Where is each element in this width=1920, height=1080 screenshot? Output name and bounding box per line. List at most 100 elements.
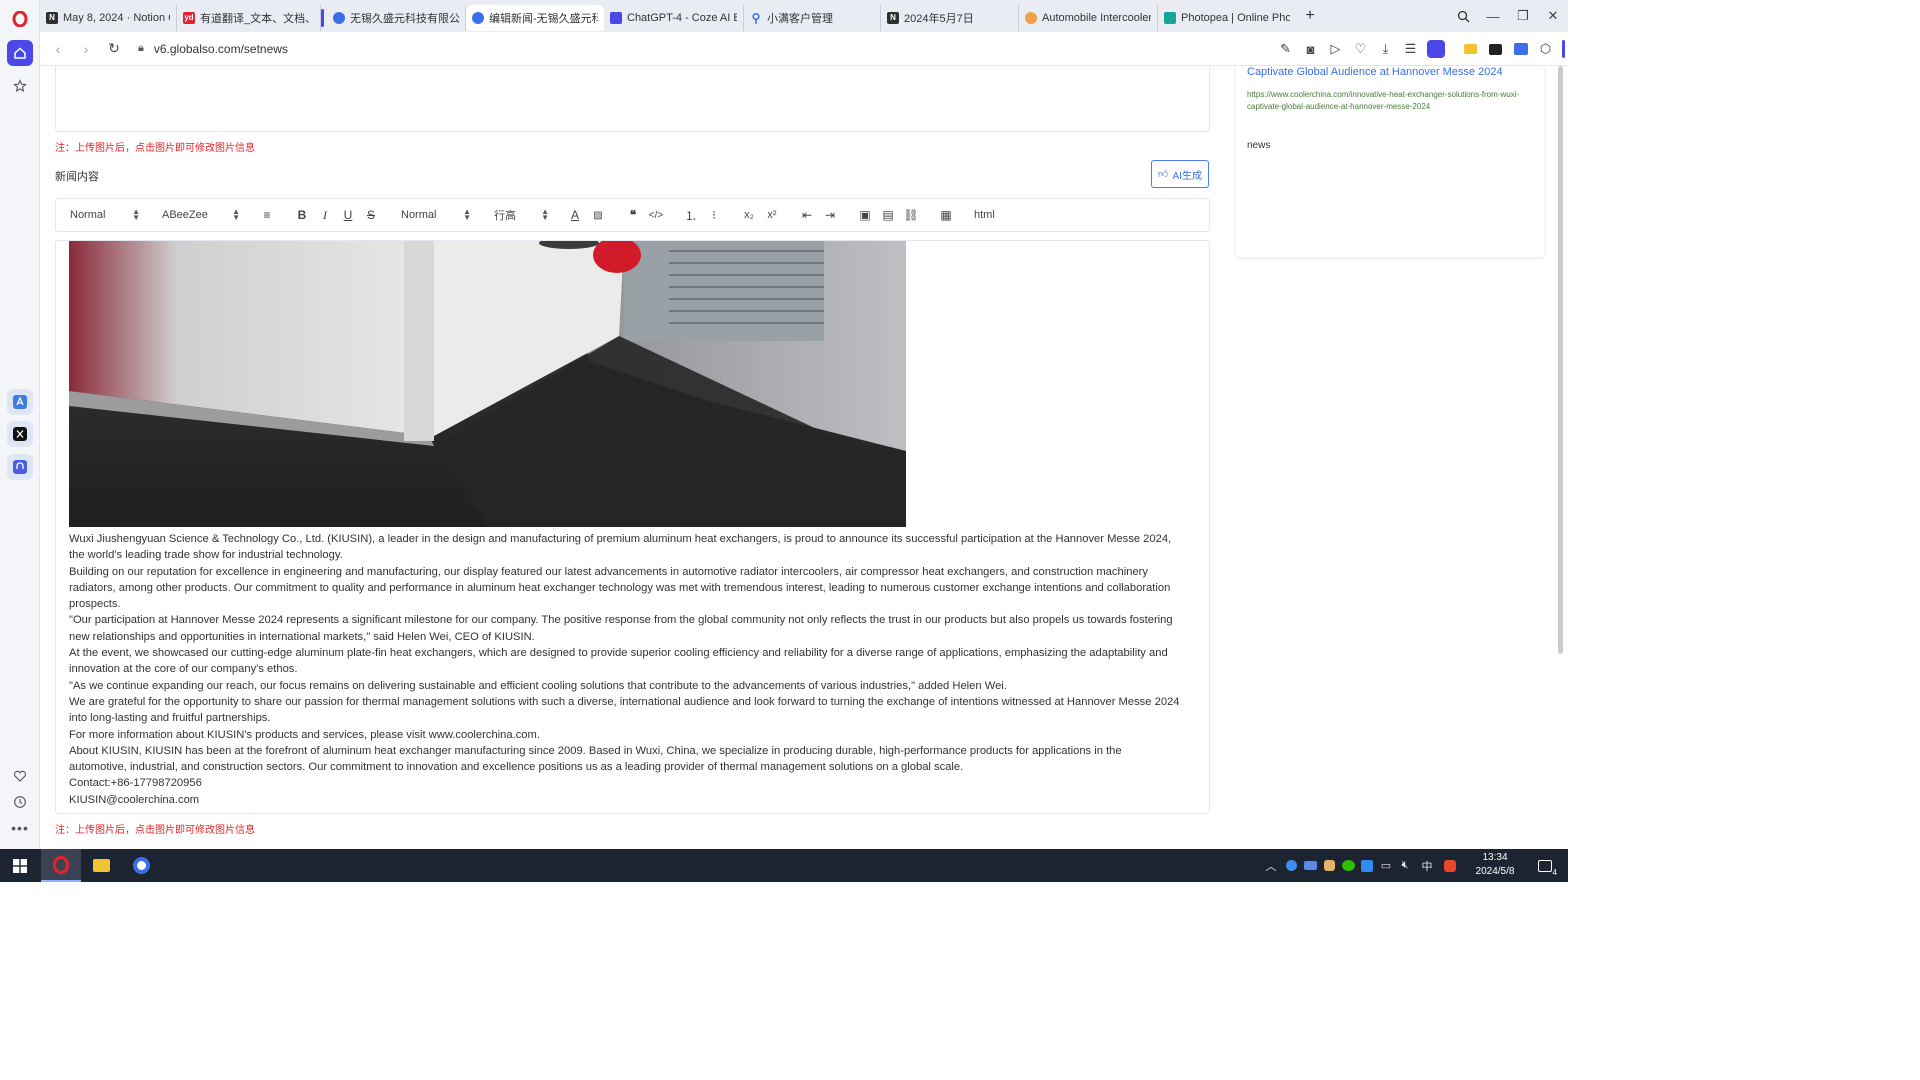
exhibition-booth-photo[interactable] — [69, 241, 906, 527]
app-store-icon[interactable] — [7, 389, 33, 415]
tab-photopea[interactable]: Photopea | Online Photo — [1158, 5, 1296, 31]
profile-icon[interactable] — [1423, 37, 1448, 62]
wechat-icon[interactable] — [1340, 849, 1356, 882]
tray-blue-app-icon[interactable] — [1359, 849, 1375, 882]
image-upload-panel[interactable] — [55, 66, 1210, 132]
table-icon[interactable]: ▦ — [937, 199, 955, 231]
font-select[interactable]: ABeeZee ▲ ▼ — [162, 199, 240, 231]
blockquote-icon[interactable]: ❝ — [624, 199, 642, 231]
new-tab-icon[interactable]: + — [1300, 6, 1320, 26]
size-select[interactable]: Normal ▲ ▼ — [401, 199, 471, 231]
strike-icon[interactable]: S — [362, 199, 380, 231]
reload-icon[interactable]: ↻ — [100, 35, 128, 63]
more-icon[interactable]: ••• — [7, 815, 33, 841]
ai-generate-label: AI生成 — [1172, 170, 1202, 182]
underline-icon[interactable]: U — [339, 199, 357, 231]
superscript-icon[interactable]: x² — [763, 199, 781, 231]
tray-cat-icon[interactable] — [1321, 849, 1337, 882]
easy-setup-icon[interactable]: ☰ — [1398, 37, 1423, 62]
lock-icon: 🔒︎ — [138, 42, 144, 54]
italic-icon[interactable]: I — [316, 199, 334, 231]
tab-automobile-intercooler[interactable]: Automobile Intercooler, — [1019, 4, 1158, 31]
windows-taskbar: ︿ ▭ 🔇︎ 中 13:34 2024/5/8 4 — [0, 849, 1568, 882]
tab-notion-may8[interactable]: N May 8, 2024 · Notion Ca — [40, 4, 177, 31]
tray-keyboard-icon[interactable] — [1302, 849, 1318, 882]
video-icon[interactable]: ▤ — [879, 199, 897, 231]
tray-chevron-icon[interactable]: ︿ — [1263, 849, 1279, 882]
tab-label: ChatGPT-4 - Coze AI Bo — [627, 11, 737, 24]
url-text: v6.globalso.com/setnews — [153, 41, 288, 56]
news-content-label: 新闻内容 — [55, 171, 99, 183]
code-block-icon[interactable]: </> — [647, 199, 665, 231]
ordered-list-icon[interactable]: ⒈ — [682, 199, 700, 231]
opera-logo-icon[interactable] — [7, 6, 33, 32]
tab-label: 小满客户管理 — [767, 12, 833, 25]
notification-center-icon[interactable]: 4 — [1530, 849, 1560, 882]
opera-taskbar-icon[interactable] — [41, 849, 81, 882]
back-icon[interactable]: ‹ — [44, 35, 72, 63]
outdent-icon[interactable]: ⇤ — [798, 199, 816, 231]
image-icon[interactable]: ▣ — [856, 199, 874, 231]
history-icon[interactable] — [7, 789, 33, 815]
bullet-list-icon[interactable]: ⁝ — [705, 199, 723, 231]
globe-icon — [333, 11, 345, 24]
edit-icon[interactable]: ✎ — [1273, 37, 1298, 62]
site-icon — [1025, 11, 1037, 24]
ime-indicator[interactable]: 中 — [1418, 849, 1436, 882]
volume-muted-icon[interactable]: 🔇︎ — [1397, 849, 1413, 882]
line-height-select-value: 行高 — [494, 210, 516, 222]
article-body[interactable]: Wuxi Jiushengyuan Science & Technology C… — [69, 531, 1181, 808]
minimize-icon[interactable]: — — [1478, 0, 1508, 32]
network-icon[interactable]: ▭ — [1378, 849, 1394, 882]
translate-icon[interactable] — [1508, 37, 1533, 62]
url-field[interactable]: 🔒︎ v6.globalso.com/setnews — [138, 42, 288, 56]
article-paragraph: Building on our reputation for excellenc… — [69, 565, 1171, 611]
align-icon[interactable]: ≡ — [258, 199, 276, 231]
indent-icon[interactable]: ⇥ — [821, 199, 839, 231]
tab-notion-may7[interactable]: N 2024年5月7日 — [881, 4, 1019, 31]
line-height-select[interactable]: 行高 ▲ ▼ — [494, 199, 549, 231]
windows-start-icon[interactable] — [0, 849, 40, 882]
extension-badge-icon[interactable] — [1483, 37, 1508, 62]
browser-tools: ✎ ◙ ▷ ♡ ⤓ ☰ ⬡ — [1273, 32, 1568, 66]
page-scrollbar[interactable] — [1558, 66, 1563, 654]
article-paragraph: For more information about KIUSIN's prod… — [69, 728, 540, 741]
sogou-ime-icon[interactable] — [1441, 849, 1459, 882]
html-toggle-button[interactable]: html — [974, 199, 995, 231]
tab-coze[interactable]: ChatGPT-4 - Coze AI Bo — [604, 4, 744, 31]
preview-title[interactable]: Captivate Global Audience at Hannover Me… — [1247, 66, 1503, 78]
star-icon[interactable] — [7, 73, 33, 99]
image-upload-note: 注：上传图片后，点击图片即可修改图片信息 — [55, 143, 255, 154]
tab-youdao[interactable]: yd 有道翻译_文本、文档、网 — [177, 4, 321, 31]
close-icon[interactable]: ✕ — [1538, 0, 1568, 32]
thumbs-up-icon: 👍︎ — [1158, 169, 1169, 180]
heart-icon[interactable] — [7, 763, 33, 789]
news-content-editor[interactable]: Wuxi Jiushengyuan Science & Technology C… — [55, 240, 1210, 814]
tab-search-icon[interactable] — [1448, 0, 1478, 32]
home-icon[interactable] — [7, 40, 33, 66]
taskbar-clock[interactable]: 13:34 2024/5/8 — [1465, 851, 1525, 879]
music-player-icon[interactable] — [7, 454, 33, 480]
background-color-icon[interactable]: ▨ — [589, 199, 607, 231]
link-icon[interactable]: ⛓︎ — [902, 199, 920, 231]
forward-icon[interactable]: › — [72, 35, 100, 63]
tab-xiaoman-crm[interactable]: ⚲ 小满客户管理 — [744, 4, 881, 31]
tray-app-icon[interactable] — [1283, 849, 1299, 882]
chrome-taskbar-icon[interactable] — [121, 849, 161, 882]
tab-edit-news[interactable]: 编辑新闻-无锡久盛元科技 — [466, 4, 604, 31]
file-explorer-icon[interactable] — [81, 849, 121, 882]
extensions-cube-icon[interactable]: ⬡ — [1533, 37, 1558, 62]
header-select[interactable]: Normal ▲ ▼ — [70, 199, 140, 231]
restore-icon[interactable]: ❐ — [1508, 0, 1538, 32]
extension-folder-icon[interactable] — [1458, 37, 1483, 62]
bold-icon[interactable]: B — [293, 199, 311, 231]
download-icon[interactable]: ⤓ — [1373, 37, 1398, 62]
ai-generate-button[interactable]: 👍︎ AI生成 — [1151, 160, 1209, 188]
x-twitter-icon[interactable] — [7, 421, 33, 447]
tab-company-site[interactable]: 无锡久盛元科技有限公司 — [321, 4, 466, 31]
play-icon[interactable]: ▷ — [1323, 37, 1348, 62]
subscript-icon[interactable]: x₂ — [740, 199, 758, 231]
text-color-icon[interactable]: A — [566, 199, 584, 231]
heart-icon[interactable]: ♡ — [1348, 37, 1373, 62]
camera-icon[interactable]: ◙ — [1298, 37, 1323, 62]
